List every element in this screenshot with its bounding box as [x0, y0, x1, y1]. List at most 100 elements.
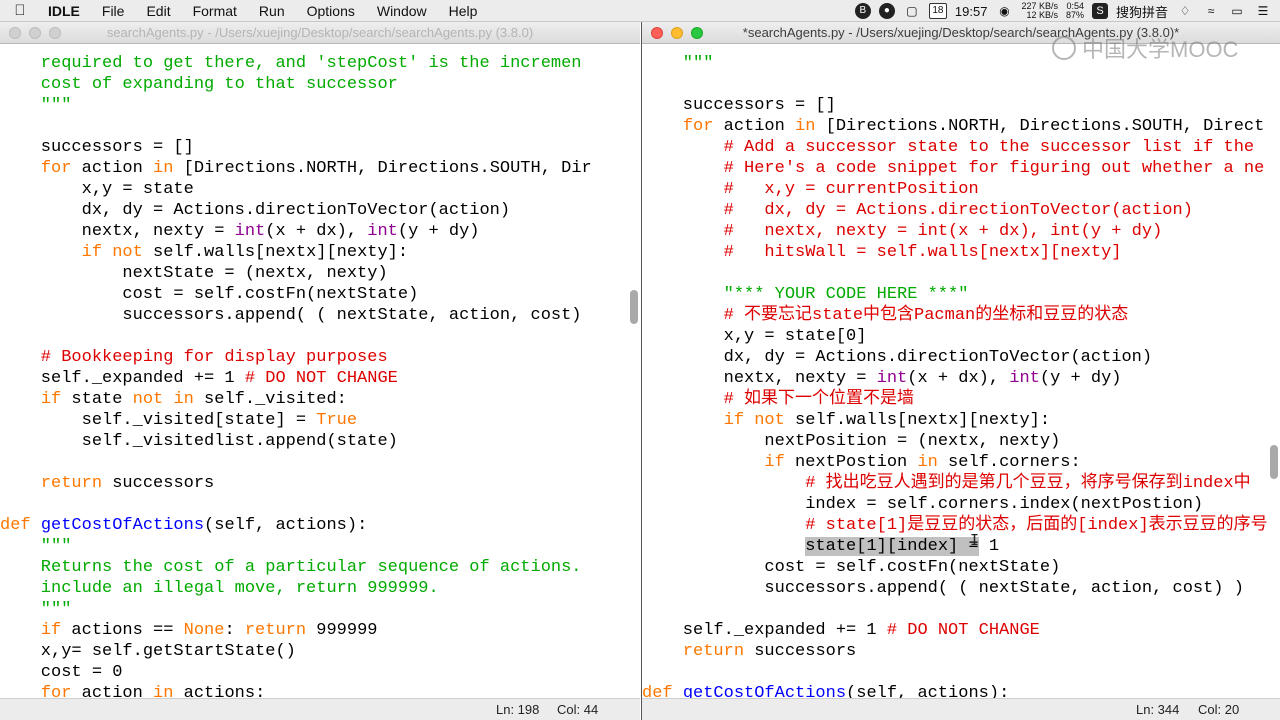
code-line[interactable]: cost = 0 [0, 662, 628, 683]
zoom-button-icon[interactable] [691, 27, 703, 39]
app-menu[interactable]: IDLE [40, 3, 91, 19]
code-line[interactable]: self._visitedlist.append(state) [0, 431, 628, 452]
code-line[interactable]: nextPosition = (nextx, nexty) [642, 431, 1268, 452]
code-line[interactable]: def getCostOfActions(self, actions): [0, 515, 628, 536]
minimize-button-icon[interactable] [29, 27, 41, 39]
menu-file[interactable]: File [91, 3, 136, 19]
editor-window-right[interactable]: *searchAgents.py - /Users/xuejing/Deskto… [641, 22, 1280, 720]
code-line[interactable] [642, 263, 1268, 284]
code-line[interactable]: if state not in self._visited: [0, 389, 628, 410]
code-line[interactable] [642, 74, 1268, 95]
code-line[interactable]: # hitsWall = self.walls[nextx][nexty] [642, 242, 1268, 263]
code-line[interactable] [0, 452, 628, 473]
menu-run[interactable]: Run [248, 3, 296, 19]
code-line[interactable]: successors = [] [642, 95, 1268, 116]
code-token: nextx, nexty = [642, 369, 877, 388]
code-line[interactable]: for action in [Directions.NORTH, Directi… [0, 158, 628, 179]
code-line[interactable]: x,y = state[0] [642, 326, 1268, 347]
code-line[interactable]: # Bookkeeping for display purposes [0, 347, 628, 368]
network-speed[interactable]: 227 KB/s 12 KB/s [1021, 2, 1058, 20]
code-line[interactable]: # nextx, nexty = int(x + dx), int(y + dy… [642, 221, 1268, 242]
code-line[interactable]: # 找出吃豆人遇到的是第几个豆豆，将序号保存到index中 [642, 473, 1268, 494]
code-line[interactable]: cost = self.costFn(nextState) [0, 284, 628, 305]
code-line[interactable]: cost = self.costFn(nextState) [642, 557, 1268, 578]
minimize-button-icon[interactable] [671, 27, 683, 39]
shield-tray-icon[interactable]: ▢ [903, 3, 921, 19]
code-line[interactable]: return successors [0, 473, 628, 494]
code-line[interactable] [642, 662, 1268, 683]
code-line[interactable] [0, 494, 628, 515]
zoom-button-icon[interactable] [49, 27, 61, 39]
code-line[interactable]: successors.append( ( nextState, action, … [642, 578, 1268, 599]
vpn-icon[interactable]: ♢ [1176, 3, 1194, 19]
calendar-icon[interactable]: 18 [928, 3, 947, 19]
code-line[interactable]: """ [0, 95, 628, 116]
code-line[interactable]: """ [0, 599, 628, 620]
code-line[interactable]: state[1][index] = 1 [642, 536, 1268, 557]
code-line[interactable]: for action in [Directions.NORTH, Directi… [642, 116, 1268, 137]
code-line[interactable]: if actions == None: return 999999 [0, 620, 628, 641]
menu-edit[interactable]: Edit [135, 3, 181, 19]
code-line[interactable]: # 不要忘记state中包含Pacman的坐标和豆豆的状态 [642, 305, 1268, 326]
input-method-label[interactable]: 搜狗拼音 [1116, 2, 1168, 21]
scrollbar-thumb-left[interactable] [630, 290, 638, 324]
app-tray-icon[interactable]: ● [878, 3, 895, 19]
code-line[interactable]: if not self.walls[nextx][nexty]: [642, 410, 1268, 431]
activity-icon[interactable]: ◉ [995, 3, 1013, 19]
code-line[interactable]: "*** YOUR CODE HERE ***" [642, 284, 1268, 305]
code-line[interactable] [0, 116, 628, 137]
code-line[interactable]: successors.append( ( nextState, action, … [0, 305, 628, 326]
code-line[interactable]: # Here's a code snippet for figuring out… [642, 158, 1268, 179]
code-line[interactable]: include an illegal move, return 999999. [0, 578, 628, 599]
code-line[interactable]: x,y= self.getStartState() [0, 641, 628, 662]
code-line[interactable]: dx, dy = Actions.directionToVector(actio… [0, 200, 628, 221]
control-center-icon[interactable]: ☰ [1254, 3, 1272, 19]
window-title-left: searchAgents.py - /Users/xuejing/Desktop… [106, 25, 534, 40]
code-line[interactable]: x,y = state [0, 179, 628, 200]
code-line[interactable]: required to get there, and 'stepCost' is… [0, 53, 628, 74]
code-editor-left[interactable]: required to get there, and 'stepCost' is… [0, 45, 628, 698]
code-line[interactable]: # x,y = currentPosition [642, 179, 1268, 200]
menu-options[interactable]: Options [296, 3, 366, 19]
close-button-icon[interactable] [651, 27, 663, 39]
close-button-icon[interactable] [9, 27, 21, 39]
battery-icon[interactable]: ▭ [1228, 3, 1246, 19]
editor-window-left[interactable]: searchAgents.py - /Users/xuejing/Desktop… [0, 22, 640, 720]
code-line[interactable]: dx, dy = Actions.directionToVector(actio… [642, 347, 1268, 368]
code-line[interactable]: # 如果下一个位置不是墙 [642, 389, 1268, 410]
menu-window[interactable]: Window [366, 3, 438, 19]
bitcoin-tray-icon[interactable]: B [854, 3, 871, 19]
code-line[interactable]: def getCostOfActions(self, actions): [642, 683, 1268, 698]
code-line[interactable]: self._visited[state] = True [0, 410, 628, 431]
code-line[interactable]: if not self.walls[nextx][nexty]: [0, 242, 628, 263]
code-line[interactable]: successors = [] [0, 137, 628, 158]
system-meter[interactable]: 0:54 87% [1066, 2, 1084, 20]
menu-format[interactable]: Format [182, 3, 248, 19]
code-editor-right[interactable]: """ successors = [] for action in [Direc… [642, 45, 1268, 698]
code-line[interactable]: # Add a successor state to the successor… [642, 137, 1268, 158]
code-line[interactable]: self._expanded += 1 # DO NOT CHANGE [0, 368, 628, 389]
code-line[interactable]: self._expanded += 1 # DO NOT CHANGE [642, 620, 1268, 641]
code-line[interactable]: nextState = (nextx, nexty) [0, 263, 628, 284]
code-line[interactable]: nextx, nexty = int(x + dx), int(y + dy) [0, 221, 628, 242]
code-line[interactable]: cost of expanding to that successor [0, 74, 628, 95]
menu-help[interactable]: Help [438, 3, 489, 19]
input-method-icon[interactable]: S [1091, 3, 1108, 19]
window-titlebar-left[interactable]: searchAgents.py - /Users/xuejing/Desktop… [0, 22, 640, 44]
code-line[interactable] [642, 599, 1268, 620]
code-line[interactable]: index = self.corners.index(nextPostion) [642, 494, 1268, 515]
code-token: in [795, 117, 816, 136]
apple-menu-icon[interactable]:  [0, 2, 40, 19]
code-line[interactable]: nextx, nexty = int(x + dx), int(y + dy) [642, 368, 1268, 389]
scrollbar-thumb-right[interactable] [1270, 445, 1278, 479]
code-line[interactable]: # dx, dy = Actions.directionToVector(act… [642, 200, 1268, 221]
code-line[interactable]: Returns the cost of a particular sequenc… [0, 557, 628, 578]
code-line[interactable] [0, 326, 628, 347]
code-line[interactable]: return successors [642, 641, 1268, 662]
wifi-icon[interactable]: ≈ [1202, 3, 1220, 19]
clock[interactable]: 19:57 [955, 4, 988, 19]
code-line[interactable]: """ [0, 536, 628, 557]
code-line[interactable]: # state[1]是豆豆的状态，后面的[index]表示豆豆的序号 [642, 515, 1268, 536]
code-line[interactable]: if nextPostion in self.corners: [642, 452, 1268, 473]
code-line[interactable]: for action in actions: [0, 683, 628, 698]
